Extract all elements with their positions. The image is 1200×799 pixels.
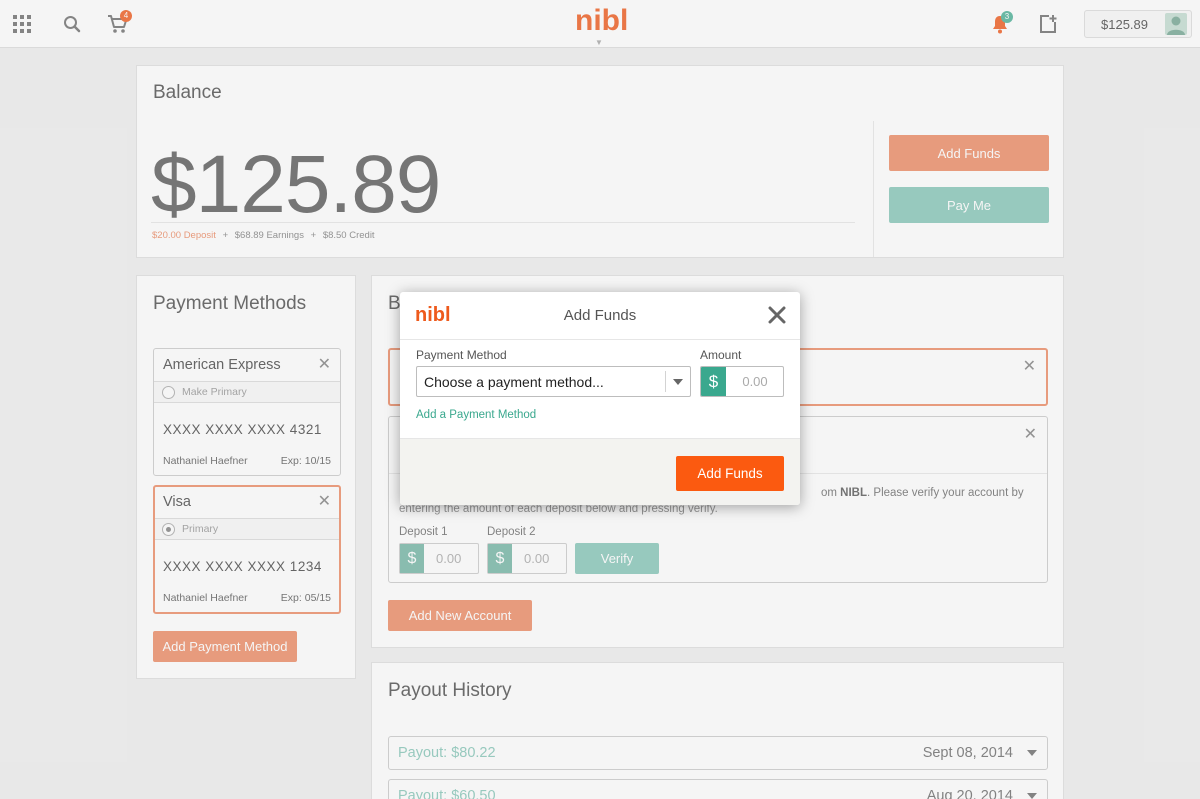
currency-symbol: $ — [701, 367, 726, 396]
chevron-down-icon[interactable] — [673, 379, 683, 385]
add-payment-method-link[interactable]: Add a Payment Method — [416, 409, 536, 421]
select-separator — [665, 371, 666, 392]
modal-footer: Add Funds — [400, 438, 800, 505]
payment-method-select-value: Choose a payment method... — [424, 374, 604, 390]
payment-method-select[interactable]: Choose a payment method... — [416, 366, 691, 397]
amount-input[interactable] — [728, 367, 782, 396]
add-funds-modal: nibl Add Funds Payment Method Amount Cho… — [400, 292, 800, 505]
amount-label: Amount — [700, 348, 742, 362]
amount-field[interactable]: $ — [700, 366, 784, 397]
payment-method-label: Payment Method — [416, 348, 507, 362]
modal-header: nibl Add Funds — [400, 292, 800, 340]
modal-title: Add Funds — [563, 307, 637, 324]
add-funds-submit-button[interactable]: Add Funds — [676, 456, 784, 491]
close-icon[interactable] — [768, 306, 786, 324]
